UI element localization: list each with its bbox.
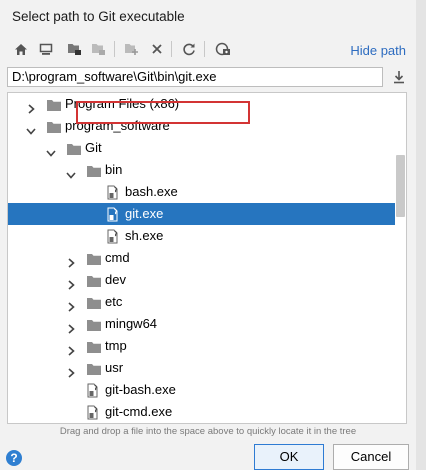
tree-row-label: usr: [105, 360, 124, 375]
executable-file-icon: [106, 207, 122, 222]
folder-icon: [46, 97, 62, 111]
new-folder-icon[interactable]: [122, 40, 140, 58]
expand-arrow-right-icon[interactable]: [66, 341, 76, 356]
tree-row[interactable]: etc: [8, 291, 396, 313]
executable-file-icon: [106, 229, 122, 244]
tree-row[interactable]: tmp: [8, 335, 396, 357]
path-input[interactable]: [7, 67, 383, 87]
expand-arrow-right-icon[interactable]: [66, 363, 76, 378]
tree-row[interactable]: Git: [8, 137, 396, 159]
tree-row-label: Git: [85, 140, 102, 155]
home-icon[interactable]: [12, 40, 30, 58]
show-hidden-icon[interactable]: [214, 40, 232, 58]
download-icon[interactable]: [391, 69, 407, 85]
tree-row[interactable]: dev: [8, 269, 396, 291]
desktop-icon[interactable]: [37, 40, 55, 58]
expand-arrow-right-icon[interactable]: [66, 275, 76, 290]
expand-arrow-right-icon[interactable]: [66, 319, 76, 334]
tree-row-label: mingw64: [105, 316, 158, 331]
tree-row[interactable]: sh.exe: [8, 225, 396, 247]
scrollbar-thumb[interactable]: [396, 155, 405, 217]
folder-icon: [86, 163, 102, 177]
tree-row-label: git-cmd.exe: [105, 404, 173, 419]
tree-row-label: git-bash.exe: [105, 382, 176, 397]
expand-arrow-right-icon[interactable]: [66, 297, 76, 312]
select-git-path-dialog: Select path to Git executable Hide path: [0, 0, 416, 470]
annotation-highlight-box: [76, 101, 250, 124]
expand-arrow-down-icon[interactable]: [26, 121, 36, 135]
project-icon[interactable]: [65, 40, 83, 58]
delete-icon[interactable]: [148, 40, 166, 58]
expand-arrow-right-icon[interactable]: [26, 99, 36, 114]
drag-drop-hint: Drag and drop a file into the space abov…: [59, 426, 357, 437]
background-strip: [416, 0, 426, 470]
tree-row-label: sh.exe: [125, 228, 164, 243]
tree-row[interactable]: cmd: [8, 247, 396, 269]
tree-row[interactable]: bin: [8, 159, 396, 181]
dialog-title: Select path to Git executable: [12, 9, 185, 24]
folder-icon: [86, 251, 102, 265]
module-icon[interactable]: [89, 40, 107, 58]
tree-row[interactable]: usr: [8, 357, 396, 379]
expand-arrow-down-icon[interactable]: [46, 143, 56, 157]
tree-row-label: etc: [105, 294, 123, 309]
tree-row[interactable]: git.exe: [8, 203, 396, 225]
tree-row-label: bin: [105, 162, 123, 177]
tree-row[interactable]: git-bash.exe: [8, 379, 396, 401]
folder-icon: [86, 361, 102, 375]
expand-arrow-down-icon[interactable]: [66, 165, 76, 179]
refresh-icon[interactable]: [180, 40, 198, 58]
tree-row[interactable]: git-cmd.exe: [8, 401, 396, 423]
tree-row-label: bash.exe: [125, 184, 178, 199]
cancel-button[interactable]: Cancel: [333, 444, 409, 470]
tree-row-label: dev: [105, 272, 126, 287]
folder-icon: [86, 339, 102, 353]
executable-file-icon: [86, 405, 102, 420]
scrollbar-track[interactable]: [395, 93, 406, 423]
folder-icon: [46, 119, 62, 133]
tree-row-label: git.exe: [125, 206, 164, 221]
executable-file-icon: [106, 185, 122, 200]
folder-icon: [86, 273, 102, 287]
executable-file-icon: [86, 383, 102, 398]
tree-row-label: tmp: [105, 338, 127, 353]
expand-arrow-right-icon[interactable]: [66, 253, 76, 268]
folder-icon: [86, 295, 102, 309]
tree-row[interactable]: bash.exe: [8, 181, 396, 203]
tree-row-label: cmd: [105, 250, 130, 265]
tree-row-label: LICENSE.txt: [105, 423, 178, 424]
tree-row[interactable]: LICENSE.txt: [8, 423, 396, 424]
file-tree[interactable]: Program Files (x86) program_software Git bi…: [7, 92, 407, 424]
folder-icon: [66, 141, 82, 155]
hide-path-link[interactable]: Hide path: [350, 43, 406, 58]
tree-row[interactable]: mingw64: [8, 313, 396, 335]
ok-button[interactable]: OK: [254, 444, 324, 470]
folder-icon: [86, 317, 102, 331]
help-icon[interactable]: ?: [6, 450, 22, 466]
